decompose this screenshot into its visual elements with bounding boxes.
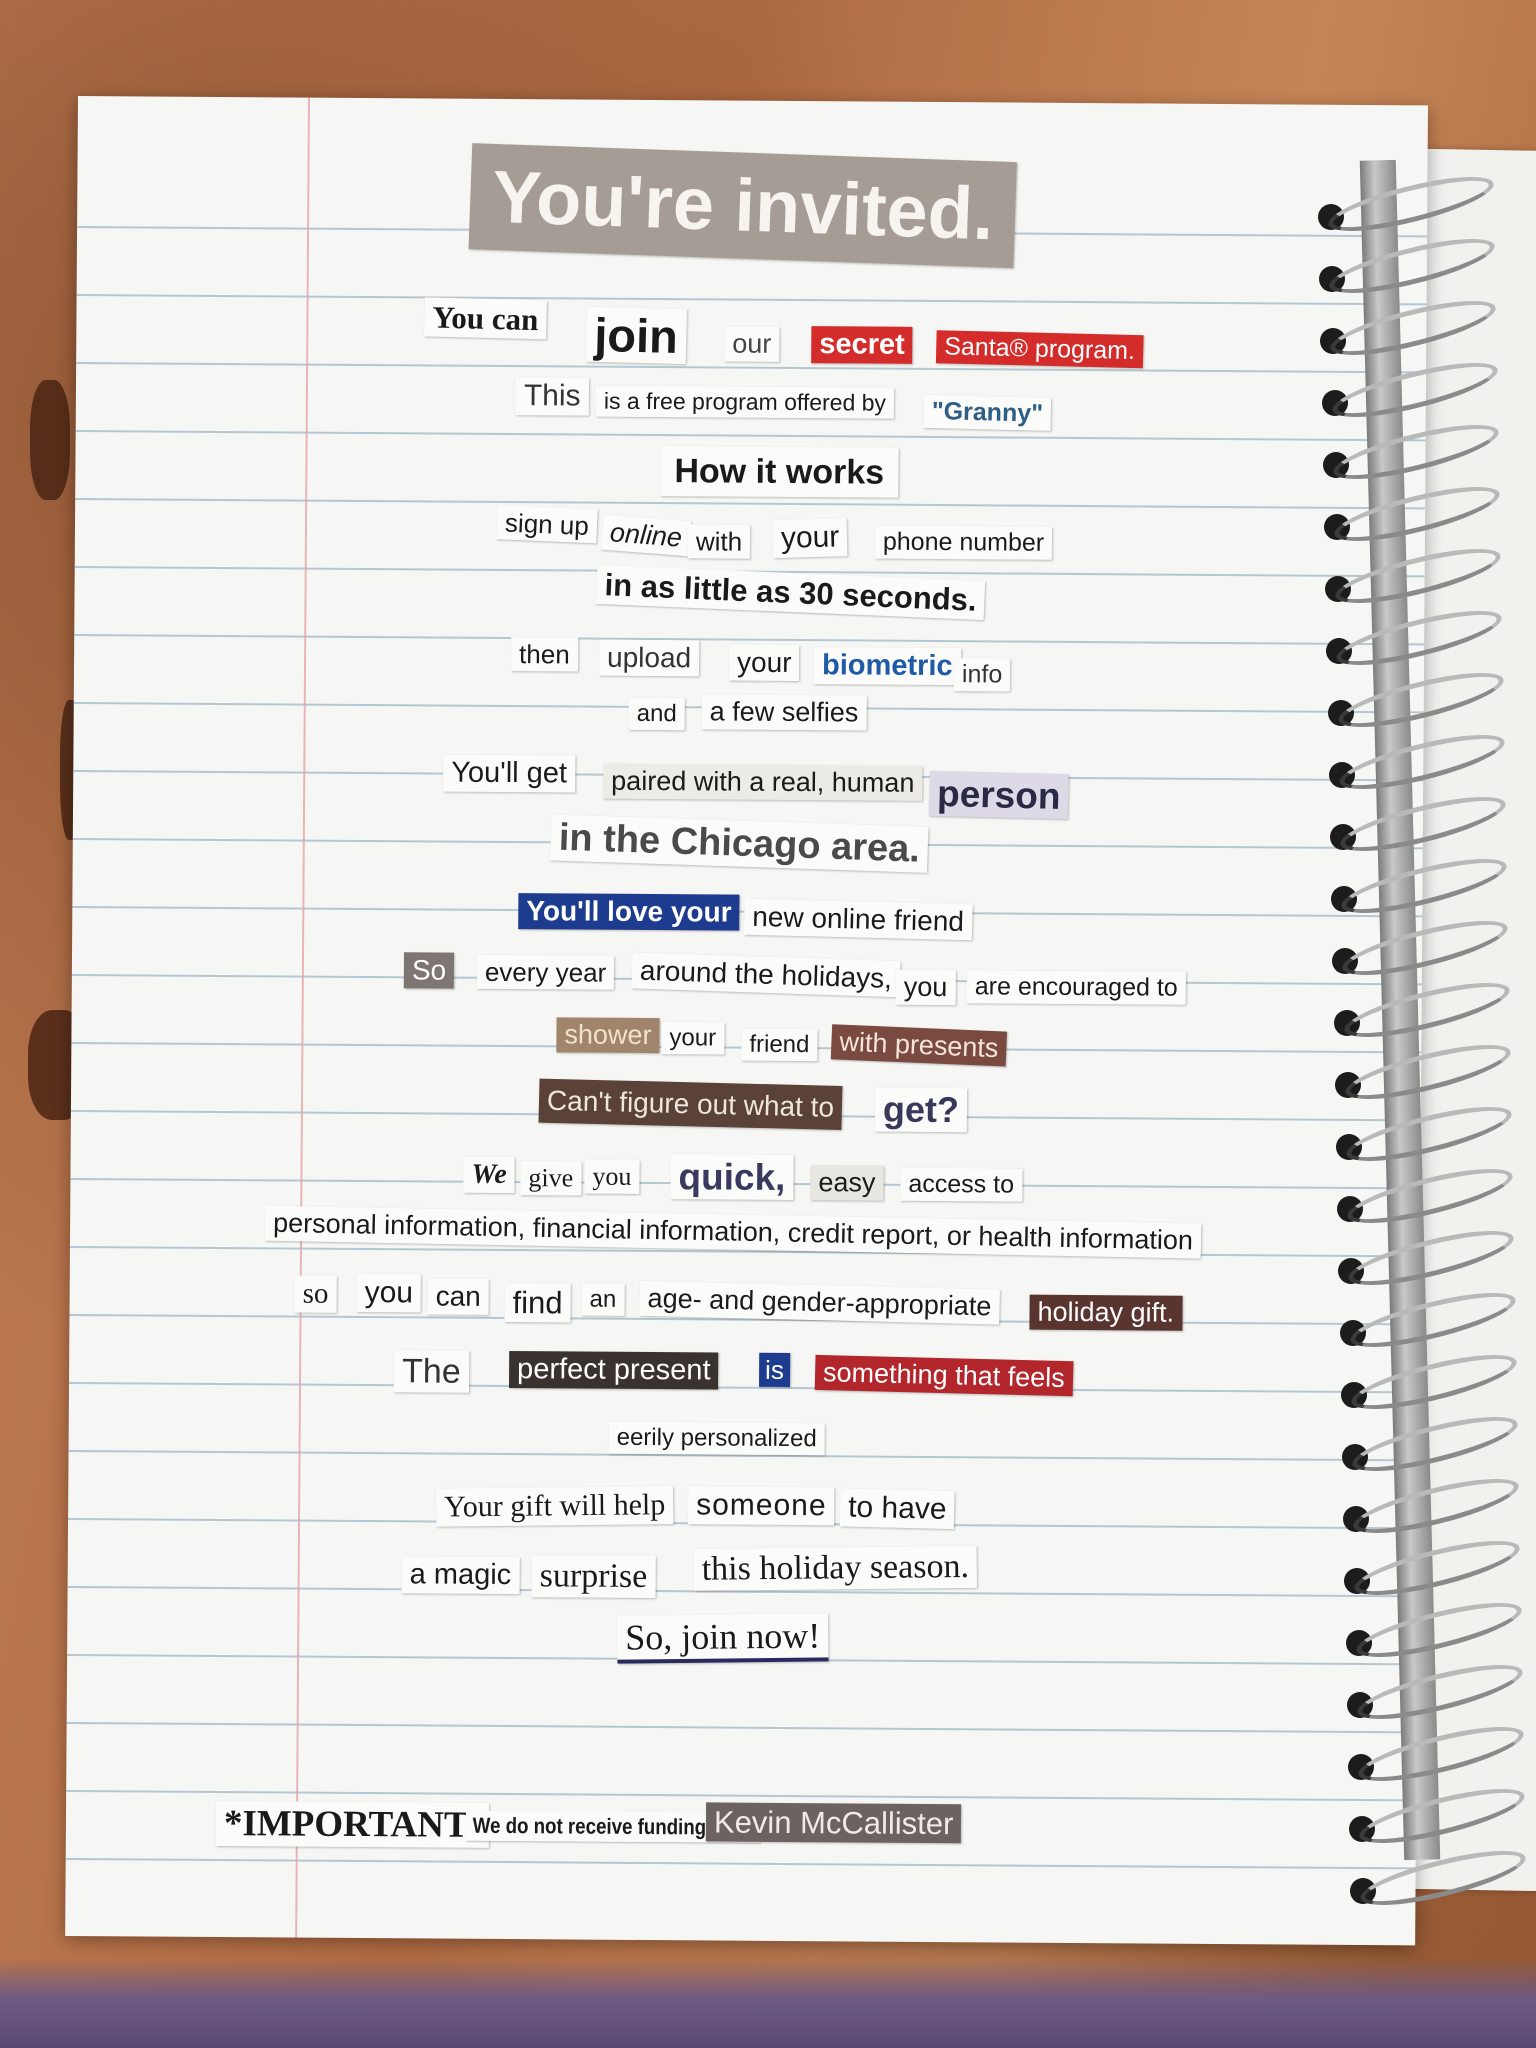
clip-paired-human: paired with a real, human: [603, 763, 923, 801]
ruled-line: [66, 1721, 1417, 1734]
clip-something-feels: something that feels: [814, 1354, 1074, 1397]
ruled-line: [74, 633, 1425, 646]
clip-info: info: [953, 658, 1011, 692]
clip-we: We: [463, 1156, 515, 1194]
clip-and: and: [628, 697, 685, 731]
clip-your-2: your: [728, 644, 800, 682]
clip-person: person: [928, 770, 1070, 820]
clip-your-gift: Your gift will help: [435, 1486, 674, 1527]
clip-can: can: [427, 1278, 489, 1315]
clip-you-2: you: [584, 1159, 640, 1194]
clip-give: give: [520, 1161, 582, 1196]
clip-youll-get: You'll get: [443, 754, 576, 793]
clip-your-3: your: [661, 1022, 725, 1055]
clip-eerily-personalized: eerily personalized: [608, 1421, 825, 1456]
clip-so-2: so: [294, 1275, 337, 1313]
clip-online: online: [600, 514, 692, 557]
desk-stain: [30, 380, 70, 500]
clip-biometric: biometric: [813, 647, 961, 686]
ruled-line: [76, 361, 1427, 374]
clip-cant-figure-out: Can't figure out what to: [538, 1078, 843, 1130]
clip-chicago-area: in the Chicago area.: [550, 814, 929, 873]
clip-secret: secret: [811, 326, 913, 364]
clip-you: you: [895, 969, 956, 1006]
clip-your: your: [772, 518, 848, 559]
clip-important: *IMPORTANT!: [215, 1801, 490, 1848]
clip-join: join: [585, 306, 687, 365]
clip-find: find: [504, 1283, 571, 1323]
clip-santa-program: Santa® program.: [935, 330, 1144, 369]
clip-then: then: [510, 637, 578, 672]
notebook-page: You're invited. You can join our secret …: [65, 96, 1428, 1946]
clip-an: an: [581, 1283, 625, 1316]
clip-access-to: access to: [900, 1167, 1023, 1202]
clip-encouraged: are encouraged to: [966, 970, 1186, 1005]
clip-so: So: [403, 952, 455, 989]
clip-granny: "Granny": [923, 394, 1052, 431]
clip-you-3: you: [356, 1273, 422, 1313]
clip-with: with: [687, 524, 751, 559]
clip-get: get?: [874, 1087, 968, 1133]
clip-free-program: is a free program offered by: [595, 385, 895, 419]
clip-the: The: [393, 1350, 469, 1393]
clip-every-year: every year: [476, 954, 615, 990]
clip-around-holidays: around the holidays,: [631, 952, 901, 998]
clip-our: our: [724, 326, 780, 362]
clip-perfect-present: perfect present: [508, 1351, 719, 1390]
clip-upload: upload: [598, 639, 700, 677]
clip-new-online-friend: new online friend: [743, 898, 973, 941]
ruled-line: [66, 1789, 1417, 1802]
clip-kevin-mccallister: Kevin McCallister: [705, 1802, 962, 1844]
clip-this-holiday-season: this holiday season.: [693, 1545, 978, 1591]
ruled-line: [75, 429, 1426, 442]
clip-is: is: [759, 1352, 791, 1388]
clip-a-magic: a magic: [401, 1556, 520, 1595]
clip-sign-up: sign up: [496, 505, 598, 544]
clip-friend: friend: [741, 1028, 818, 1062]
purple-cloth: [0, 1958, 1536, 2048]
clip-with-presents: with presents: [830, 1024, 1008, 1067]
clip-quick: quick,: [670, 1154, 794, 1201]
photo-scene: You're invited. You can join our secret …: [0, 0, 1536, 2048]
clip-how-it-works: How it works: [660, 446, 899, 498]
clip-easy: easy: [810, 1165, 884, 1201]
clip-you-can: You can: [423, 297, 547, 340]
clip-holiday-gift: holiday gift.: [1029, 1294, 1183, 1331]
clip-this: This: [515, 377, 589, 416]
clip-so-join-now: So, join now!: [617, 1613, 829, 1664]
margin-line: [295, 97, 310, 1938]
clip-youll-love-your: You'll love your: [518, 893, 740, 931]
ruled-line: [75, 497, 1426, 510]
clip-few-selfies: a few selfies: [701, 694, 867, 731]
ruled-line: [65, 1857, 1416, 1870]
clip-phone-number: phone number: [874, 525, 1053, 560]
clip-to-have: to have: [839, 1488, 956, 1530]
clip-shower: shower: [556, 1017, 660, 1054]
ruled-line: [69, 1381, 1419, 1394]
ruled-line: [76, 293, 1427, 306]
clip-someone: someone: [688, 1486, 835, 1526]
clip-surprise: surprise: [531, 1555, 656, 1599]
title-clip: You're invited.: [468, 143, 1018, 269]
